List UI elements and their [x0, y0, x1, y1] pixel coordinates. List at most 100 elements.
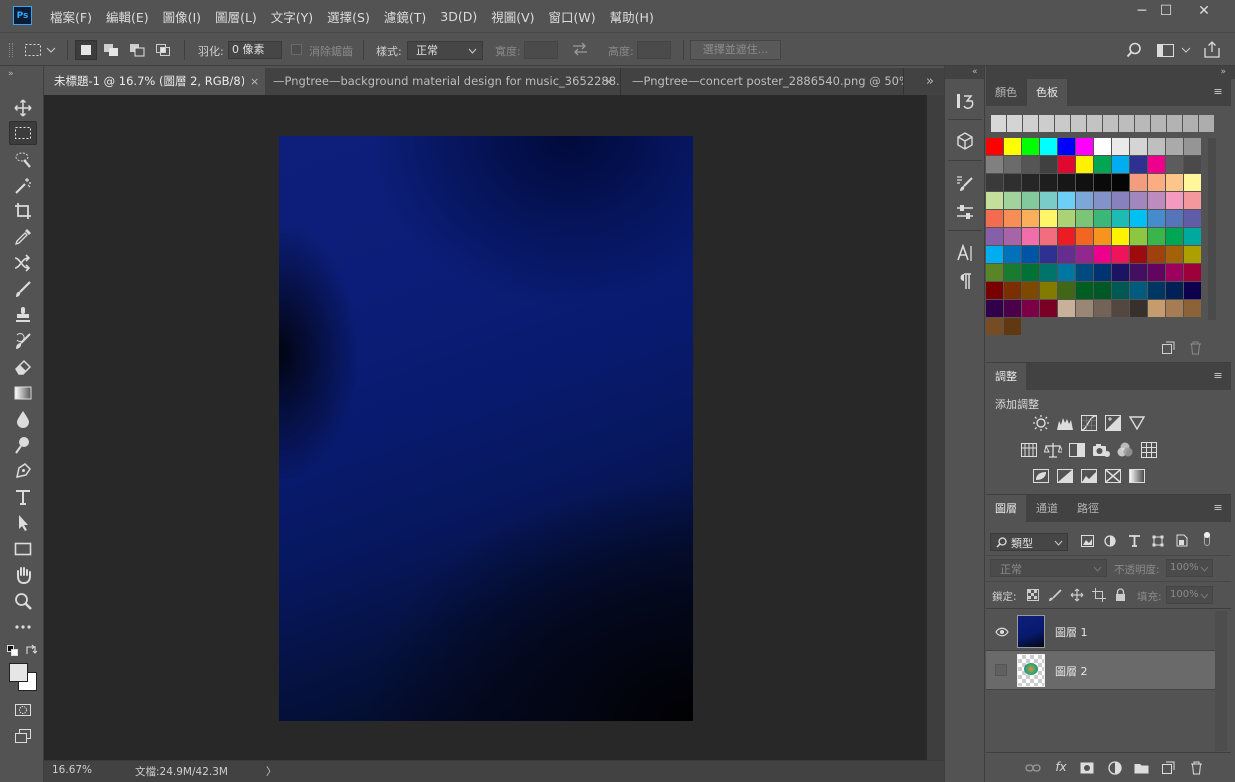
filter-toggle-switch[interactable] [1204, 532, 1212, 548]
maximize-button[interactable]: ☐ [1148, 0, 1184, 22]
menu-layer[interactable]: 圖層(L) [215, 7, 257, 26]
swatch[interactable] [986, 156, 1003, 173]
eyedropper-tool[interactable] [9, 225, 37, 249]
swatch[interactable] [986, 318, 1003, 335]
swatch[interactable] [1130, 210, 1147, 227]
layer-filter-select[interactable]: 類型 [990, 533, 1068, 551]
move-tool[interactable] [9, 96, 37, 120]
swatch[interactable] [1094, 138, 1111, 155]
tab-overflow-icon[interactable]: » [926, 68, 934, 95]
swatch[interactable] [1166, 300, 1183, 317]
dodge-tool[interactable] [9, 433, 37, 457]
swatch[interactable] [1094, 246, 1111, 263]
swatch[interactable] [1022, 156, 1039, 173]
swatch[interactable] [1022, 210, 1039, 227]
swatch[interactable] [1166, 246, 1183, 263]
filter-shape-icon[interactable] [1152, 535, 1164, 550]
swatch[interactable] [1058, 138, 1075, 155]
swatch[interactable] [1040, 264, 1057, 281]
swatch[interactable] [1094, 156, 1111, 173]
swatch[interactable] [1166, 192, 1183, 209]
menu-help[interactable]: 幫助(H) [610, 7, 654, 26]
swatch[interactable] [1130, 264, 1147, 281]
swatch[interactable] [1040, 300, 1057, 317]
filter-adjustment-icon[interactable] [1104, 535, 1116, 550]
swatch[interactable] [1148, 282, 1165, 299]
gradient-tool[interactable] [9, 381, 37, 405]
swatch[interactable] [1130, 300, 1147, 317]
swatch[interactable] [986, 282, 1003, 299]
swatch[interactable] [1148, 174, 1165, 191]
swatch[interactable] [1130, 192, 1147, 209]
style-select[interactable]: 正常 [407, 41, 483, 60]
swatch[interactable] [1040, 174, 1057, 191]
collapse-panels-icon[interactable]: » [1220, 66, 1226, 79]
swatch[interactable] [1076, 246, 1093, 263]
swatch[interactable] [1071, 115, 1086, 132]
swatch[interactable] [1022, 192, 1039, 209]
swatch[interactable] [1166, 264, 1183, 281]
history-brush-tool[interactable] [9, 329, 37, 353]
swatch[interactable] [1167, 115, 1182, 132]
swatch[interactable] [1004, 300, 1021, 317]
swatch[interactable] [1022, 138, 1039, 155]
tab-adjustments[interactable]: 調整 [986, 363, 1026, 390]
swatch[interactable] [1130, 174, 1147, 191]
tab-swatches[interactable]: 色板 [1027, 79, 1067, 106]
levels-icon[interactable] [1055, 413, 1075, 433]
swatch[interactable] [986, 210, 1003, 227]
swatch[interactable] [1166, 174, 1183, 191]
menu-window[interactable]: 窗口(W) [549, 7, 596, 26]
properties-panel-icon[interactable] [952, 201, 978, 223]
collapse-icons-button[interactable]: « [945, 66, 984, 79]
workspace-switcher[interactable] [1157, 43, 1193, 57]
swatch[interactable] [1184, 228, 1201, 245]
tab-concert-poster[interactable]: —Pngtree—concert poster_2886540.png @ 50… [622, 68, 904, 95]
swatch[interactable] [1184, 264, 1201, 281]
subtract-selection-button[interactable] [126, 40, 148, 60]
swatch[interactable] [1184, 210, 1201, 227]
panel-menu-icon[interactable]: ≡ [1213, 86, 1223, 97]
tab-untitled-1[interactable]: 未標題-1 @ 16.7% (圖層 2, RGB/8) * [44, 68, 263, 95]
swatch[interactable] [1058, 174, 1075, 191]
swatch[interactable] [1058, 300, 1075, 317]
menu-filter[interactable]: 濾鏡(T) [384, 7, 426, 26]
rectangle-tool[interactable] [9, 537, 37, 561]
vertical-scrollbar[interactable] [927, 95, 944, 760]
swatch[interactable] [1076, 174, 1093, 191]
swatch[interactable] [1094, 300, 1111, 317]
swatch[interactable] [1166, 282, 1183, 299]
swatch[interactable] [1004, 282, 1021, 299]
quick-selection-tool[interactable] [9, 148, 37, 172]
swatch[interactable] [1148, 264, 1165, 281]
swatch[interactable] [1112, 228, 1129, 245]
quick-mask-button[interactable] [9, 698, 37, 722]
paragraph-panel-icon[interactable] [952, 270, 978, 292]
color-balance-icon[interactable] [1043, 440, 1063, 460]
swatch[interactable] [1040, 210, 1057, 227]
swatch[interactable] [1040, 192, 1057, 209]
tab-color[interactable]: 顏色 [986, 79, 1026, 106]
lock-position-icon[interactable] [1070, 588, 1084, 605]
antialias-checkbox[interactable] [291, 44, 302, 55]
lock-image-icon[interactable] [1048, 588, 1062, 605]
default-colors-icon[interactable] [7, 645, 19, 660]
swatch[interactable] [1039, 115, 1054, 132]
swatch[interactable] [1130, 228, 1147, 245]
swap-colors-icon[interactable] [25, 644, 38, 659]
swatch[interactable] [1148, 228, 1165, 245]
feather-input[interactable]: 0 像素 [228, 41, 282, 59]
swatch[interactable] [1022, 174, 1039, 191]
edit-toolbar-button[interactable] [9, 615, 37, 639]
swatch[interactable] [1148, 192, 1165, 209]
swatch[interactable] [1166, 210, 1183, 227]
clone-stamp-tool[interactable] [9, 303, 37, 327]
swatch[interactable] [1184, 192, 1201, 209]
new-group-icon[interactable] [1132, 759, 1150, 777]
swatch[interactable] [1094, 192, 1111, 209]
zoom-tool[interactable] [9, 589, 37, 613]
layer-row-selected[interactable]: 圖層 2 [986, 651, 1215, 690]
brush-tool[interactable] [9, 277, 37, 301]
swatch[interactable] [1004, 174, 1021, 191]
eraser-tool[interactable] [9, 355, 37, 379]
